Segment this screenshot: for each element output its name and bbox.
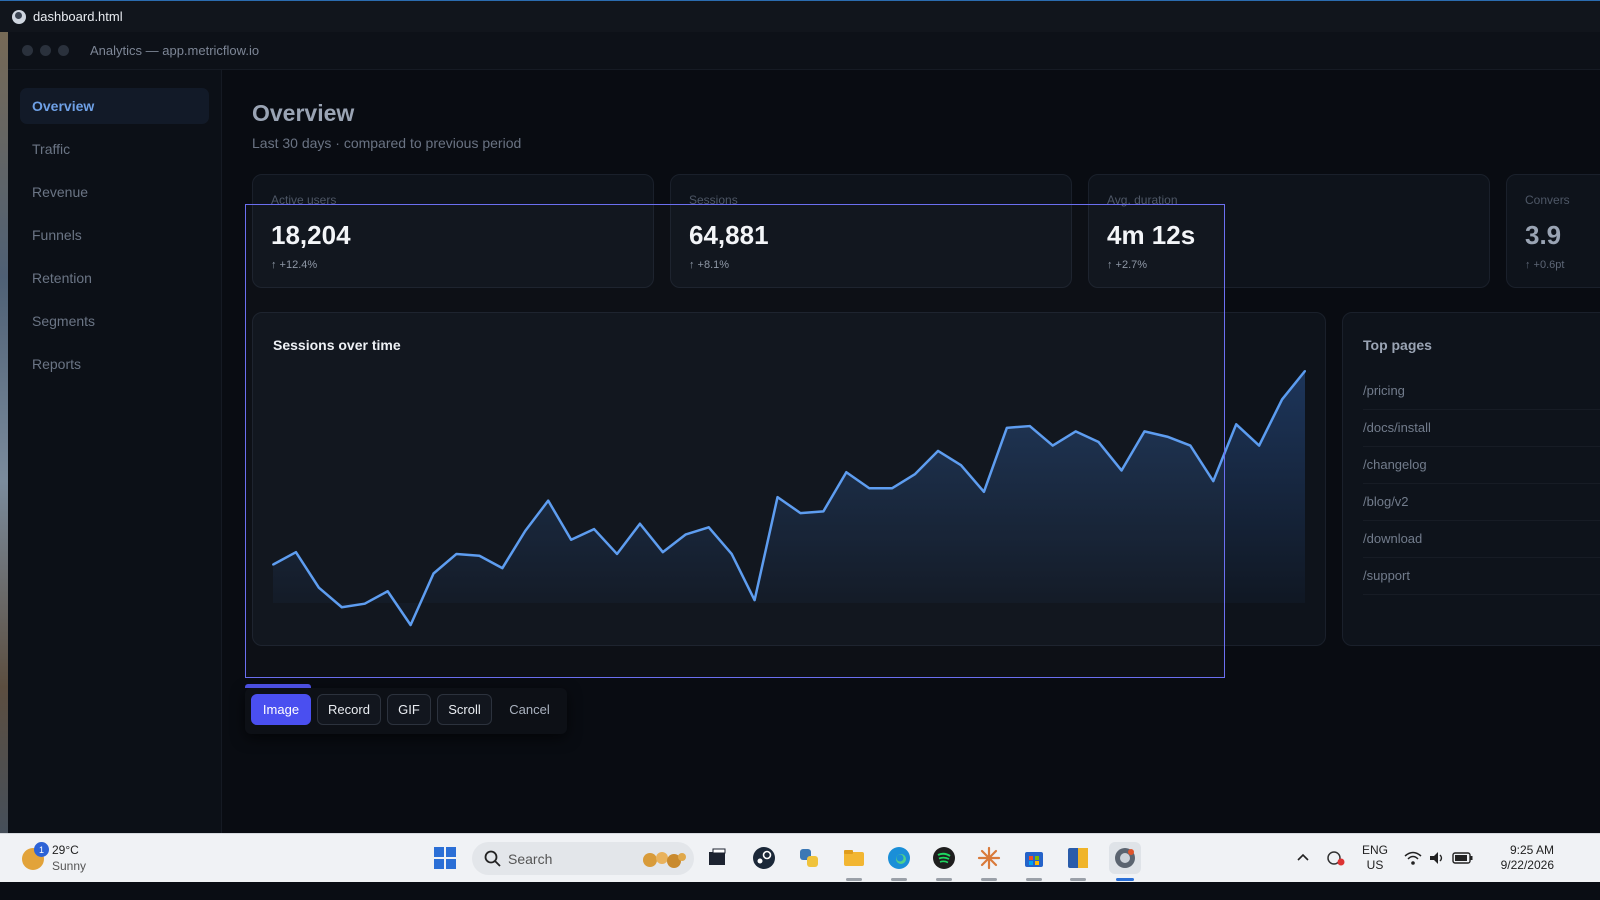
- top-pages-card: Top pages /pricing /docs/install /change…: [1342, 312, 1600, 646]
- page-subtitle: Last 30 days · compared to previous peri…: [252, 135, 522, 151]
- address-text[interactable]: Analytics — app.metricflow.io: [90, 43, 259, 58]
- top-page-link[interactable]: /changelog: [1363, 447, 1600, 484]
- chart-point: [1281, 398, 1284, 401]
- running-indicator: [891, 878, 907, 881]
- desktop-wallpaper-edge: [0, 32, 8, 850]
- app-logo-icon: [12, 9, 26, 24]
- keyboard-layout[interactable]: US: [1360, 858, 1390, 873]
- claude-icon[interactable]: [975, 844, 1003, 872]
- wifi-icon[interactable]: [1404, 850, 1422, 866]
- browser-toolbar: Analytics — app.metricflow.io: [8, 32, 1600, 70]
- window-titlebar: dashboard.html: [0, 0, 1600, 32]
- running-indicator: [1070, 878, 1086, 881]
- battery-icon[interactable]: [1452, 851, 1474, 865]
- capture-image-button[interactable]: Image: [251, 694, 311, 725]
- weather-condition: Sunny: [52, 859, 87, 873]
- top-page-link[interactable]: /blog/v2: [1363, 484, 1600, 521]
- running-indicator: [846, 878, 862, 881]
- spotify-icon[interactable]: [930, 844, 958, 872]
- python-icon[interactable]: [795, 844, 823, 872]
- file-explorer-icon[interactable]: [840, 844, 868, 872]
- active-app-indicator: [1116, 878, 1134, 881]
- kpi-card-conversion: Convers 3.9 ↑ +0.6pt: [1506, 174, 1600, 288]
- chart-point: [1235, 423, 1238, 426]
- running-indicator: [936, 878, 952, 881]
- sidebar-item-traffic[interactable]: Traffic: [20, 131, 209, 167]
- sidebar-item-segments[interactable]: Segments: [20, 303, 209, 339]
- taskbar-search[interactable]: Search: [472, 842, 694, 875]
- chart-point: [1304, 370, 1306, 372]
- screenshot-tool-icon[interactable]: [1109, 842, 1141, 874]
- top-pages-title: Top pages: [1363, 337, 1432, 353]
- search-icon: [484, 850, 501, 867]
- chevron-up-icon[interactable]: [1296, 852, 1310, 862]
- cloud-sync-icon[interactable]: [1326, 849, 1346, 867]
- steam-icon[interactable]: [750, 844, 778, 872]
- top-page-link[interactable]: /download: [1363, 521, 1600, 558]
- volume-icon[interactable]: [1428, 850, 1446, 866]
- page-title: Overview: [252, 100, 355, 126]
- capture-gif-button[interactable]: GIF: [387, 694, 431, 725]
- kpi-value: 3.9: [1525, 220, 1562, 250]
- chart-point: [1258, 444, 1261, 447]
- clock-time[interactable]: 9:25 AM: [1484, 843, 1554, 858]
- search-placeholder: Search: [508, 851, 553, 867]
- store-icon[interactable]: [1020, 844, 1048, 872]
- start-icon[interactable]: [431, 844, 459, 872]
- maximize-dot-icon[interactable]: [58, 45, 69, 56]
- kpi-label: Convers: [1525, 193, 1570, 207]
- sidebar-item-revenue[interactable]: Revenue: [20, 174, 209, 210]
- task-view-icon[interactable]: [703, 844, 731, 872]
- sidebar: Overview Traffic Revenue Funnels Retenti…: [8, 70, 222, 850]
- clock-date[interactable]: 9/22/2026: [1484, 858, 1554, 873]
- language-indicator[interactable]: ENG: [1360, 843, 1390, 858]
- top-page-link[interactable]: /docs/install: [1363, 410, 1600, 447]
- edge-icon[interactable]: [885, 844, 913, 872]
- running-indicator: [1026, 878, 1042, 881]
- weather-temperature: 29°C: [52, 843, 79, 857]
- capture-scroll-button[interactable]: Scroll: [437, 694, 492, 725]
- sidebar-item-reports[interactable]: Reports: [20, 346, 209, 382]
- top-page-link[interactable]: /pricing: [1363, 373, 1600, 410]
- sidebar-item-retention[interactable]: Retention: [20, 260, 209, 296]
- capture-toolbar: Image Record GIF Scroll Cancel: [245, 684, 567, 734]
- toolbar-accent: [245, 684, 311, 688]
- app-icon[interactable]: [1064, 844, 1092, 872]
- search-highlight-icon: [643, 852, 686, 868]
- weather-widget[interactable]: 1 29°C Sunny: [22, 842, 86, 874]
- capture-selection-rectangle[interactable]: [245, 204, 1225, 678]
- window-title: dashboard.html: [33, 9, 123, 24]
- notification-badge: 1: [34, 842, 49, 857]
- sun-icon: 1: [22, 842, 49, 870]
- sidebar-item-overview[interactable]: Overview: [20, 88, 209, 124]
- sidebar-item-funnels[interactable]: Funnels: [20, 217, 209, 253]
- capture-record-button[interactable]: Record: [317, 694, 381, 725]
- taskbar: 1 29°C Sunny Search ENG US 9:25 AM 9/22/…: [0, 833, 1600, 882]
- capture-cancel-button[interactable]: Cancel: [498, 694, 561, 725]
- running-indicator: [981, 878, 997, 881]
- kpi-delta: ↑ +0.6pt: [1525, 259, 1565, 271]
- top-page-link[interactable]: /support: [1363, 558, 1600, 595]
- close-dot-icon[interactable]: [22, 45, 33, 56]
- minimize-dot-icon[interactable]: [40, 45, 51, 56]
